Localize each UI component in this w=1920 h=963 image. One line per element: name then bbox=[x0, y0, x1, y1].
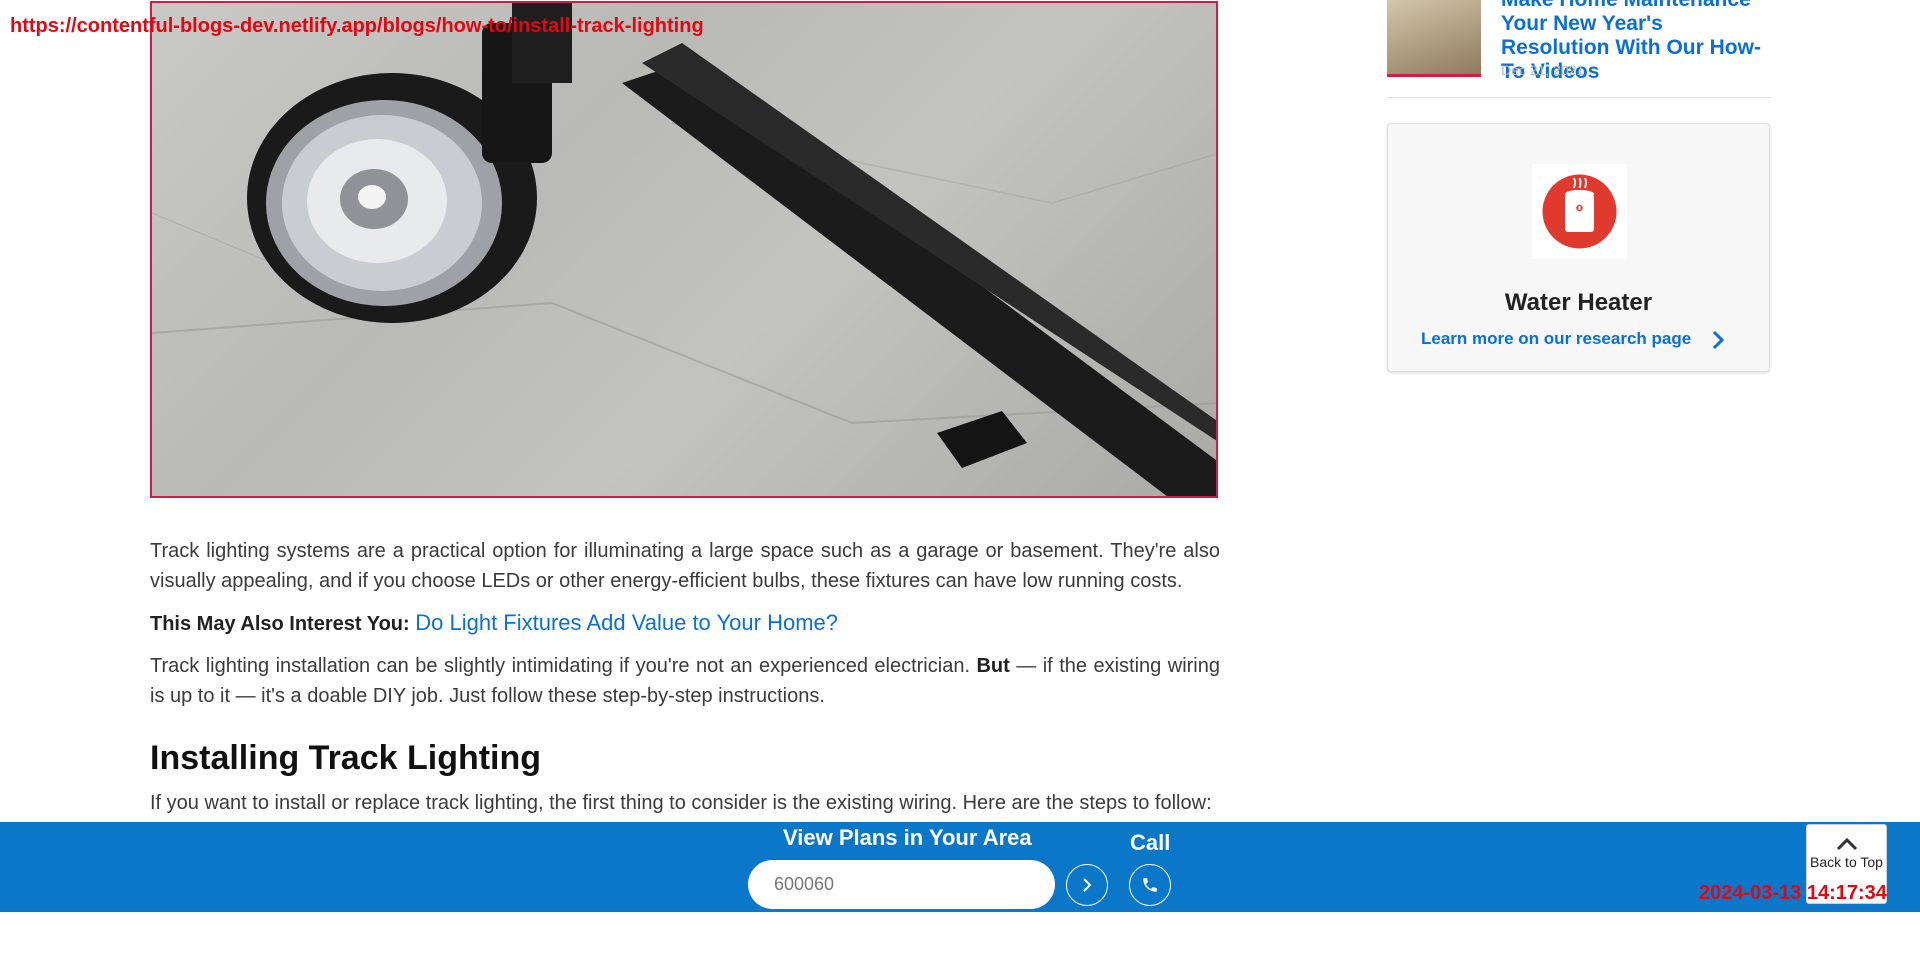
related-label: This May Also Interest You: bbox=[150, 613, 410, 635]
call-button[interactable] bbox=[1129, 864, 1171, 906]
timestamp-overlay: 2024-03-13 14:17:34 bbox=[1699, 882, 1887, 904]
sidebar-divider bbox=[1387, 97, 1770, 98]
card-title: Water Heater bbox=[1504, 289, 1653, 316]
chevron-right-icon[interactable] bbox=[1711, 330, 1725, 355]
post-date: Dec 21, 2021 bbox=[1501, 62, 1585, 78]
call-label: Call bbox=[1130, 830, 1171, 855]
instructions-text-start: Track lighting installation can be sligh… bbox=[150, 655, 970, 677]
zip-code-input[interactable] bbox=[748, 860, 1055, 909]
related-article: This May Also Interest You: Do Light Fix… bbox=[150, 608, 1220, 639]
phone-icon bbox=[1143, 878, 1157, 892]
instructions-paragraph: Track lighting installation can be sligh… bbox=[150, 651, 1220, 711]
back-to-top-label: Back to Top bbox=[1810, 854, 1883, 870]
research-card: Water Heater Learn more on our research … bbox=[1387, 123, 1770, 372]
chevron-right-icon bbox=[1083, 878, 1092, 892]
plans-bar: View Plans in Your Area Call bbox=[0, 822, 1920, 912]
url-overlay: https://contentful-blogs-dev.netlify.app… bbox=[10, 15, 704, 37]
research-page-link[interactable]: Learn more on our research page bbox=[1421, 329, 1691, 349]
related-article-link[interactable]: Do Light Fixtures Add Value to Your Home… bbox=[415, 610, 838, 635]
instructions-text-bold: But bbox=[976, 655, 1010, 677]
wiring-paragraph: If you want to install or replace track … bbox=[150, 792, 1212, 814]
zip-submit-button[interactable] bbox=[1066, 864, 1108, 906]
plans-bar-label: View Plans in Your Area bbox=[783, 825, 1032, 850]
water-heater-icon bbox=[1532, 164, 1627, 259]
hero-image bbox=[150, 1, 1218, 498]
section-heading: Installing Track Lighting bbox=[150, 739, 542, 777]
post-thumbnail[interactable] bbox=[1387, 0, 1481, 77]
article-body: Track lighting systems are a practical o… bbox=[150, 536, 1220, 830]
intro-paragraph: Track lighting systems are a practical o… bbox=[150, 540, 1220, 592]
chevron-up-icon bbox=[1836, 837, 1857, 851]
